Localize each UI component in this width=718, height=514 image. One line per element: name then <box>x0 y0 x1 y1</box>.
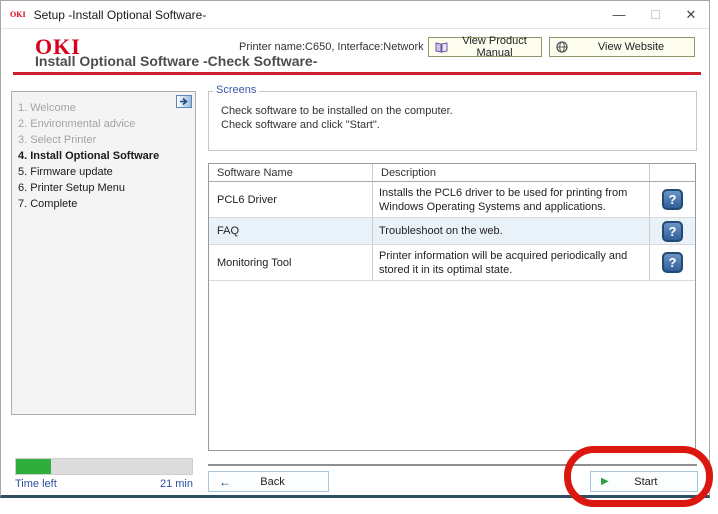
start-play-icon: ▶ <box>601 476 609 487</box>
software-name-cell: Monitoring Tool <box>209 245 373 280</box>
software-name-cell: PCL6 Driver <box>209 182 373 217</box>
software-name-cell: FAQ <box>209 218 373 244</box>
question-mark-icon: ? <box>669 255 677 270</box>
instruction-line-2: Check software and click "Start". <box>221 118 696 132</box>
help-button-faq[interactable]: ? <box>662 221 683 242</box>
window-title: Setup -Install Optional Software- <box>34 8 207 22</box>
start-button-label: Start <box>609 476 697 488</box>
software-table: Software Name Description PCL6 Driver In… <box>208 163 696 451</box>
back-button-label: Back <box>231 476 328 488</box>
help-button-monitoring-tool[interactable]: ? <box>662 252 683 273</box>
arrow-right-icon <box>179 97 189 106</box>
footer-divider <box>208 464 697 466</box>
page-title: Install Optional Software -Check Softwar… <box>35 53 317 69</box>
table-header-row: Software Name Description <box>209 164 695 182</box>
sidebar-item-install-optional-software: 4. Install Optional Software <box>18 148 189 164</box>
setup-window: OKI Setup -Install Optional Software- — … <box>0 0 710 498</box>
maximize-icon <box>651 10 660 19</box>
window-controls: — ✕ <box>601 1 709 28</box>
view-product-manual-button[interactable]: View Product Manual <box>428 37 542 57</box>
progress-fill <box>16 459 51 474</box>
title-bar: OKI Setup -Install Optional Software- — … <box>1 1 709 29</box>
close-icon: ✕ <box>686 7 697 23</box>
start-button[interactable]: ▶ Start <box>590 471 698 492</box>
description-cell: Troubleshoot on the web. <box>373 218 650 244</box>
close-button[interactable]: ✕ <box>673 1 709 28</box>
sidebar-item-welcome: 1. Welcome <box>18 100 189 116</box>
maximize-button <box>637 1 673 28</box>
sidebar-item-environmental-advice: 2. Environmental advice <box>18 116 189 132</box>
help-button-pcl6-driver[interactable]: ? <box>662 189 683 210</box>
question-mark-icon: ? <box>669 224 677 239</box>
globe-icon <box>556 41 568 53</box>
red-divider <box>13 72 701 75</box>
oki-app-icon: OKI <box>10 10 26 19</box>
column-header-software-name: Software Name <box>209 164 373 181</box>
view-product-manual-label: View Product Manual <box>448 35 541 59</box>
table-row-faq[interactable]: FAQ Troubleshoot on the web. ? <box>209 218 695 245</box>
minimize-button[interactable]: — <box>601 1 637 28</box>
back-button[interactable]: ← Back <box>208 471 329 492</box>
question-mark-icon: ? <box>669 192 677 207</box>
time-left-label: Time left <box>15 478 57 490</box>
screens-groupbox: Screens Check software to be installed o… <box>208 91 697 151</box>
sidebar-item-select-printer: 3. Select Printer <box>18 132 189 148</box>
sidebar-item-complete: 7. Complete <box>18 196 189 212</box>
table-row-pcl6-driver[interactable]: PCL6 Driver Installs the PCL6 driver to … <box>209 182 695 218</box>
column-header-description: Description <box>373 164 650 181</box>
sidebar-next-button[interactable] <box>176 95 192 108</box>
sidebar-item-printer-setup-menu: 6. Printer Setup Menu <box>18 180 189 196</box>
description-cell: Installs the PCL6 driver to be used for … <box>373 182 650 217</box>
column-header-help <box>650 164 695 181</box>
screenshot-stage: OKI Setup -Install Optional Software- — … <box>0 0 718 514</box>
view-website-label: View Website <box>568 41 694 53</box>
table-row-monitoring-tool[interactable]: Monitoring Tool Printer information will… <box>209 245 695 281</box>
screens-group-label: Screens <box>213 84 259 96</box>
sidebar-item-firmware-update: 5. Firmware update <box>18 164 189 180</box>
minimize-icon: — <box>613 7 626 22</box>
view-website-button[interactable]: View Website <box>549 37 695 57</box>
steps-sidebar: 1. Welcome 2. Environmental advice 3. Se… <box>11 91 196 415</box>
instruction-line-1: Check software to be installed on the co… <box>221 104 696 118</box>
description-cell: Printer information will be acquired per… <box>373 245 650 280</box>
time-left-progress-bar <box>15 458 193 475</box>
time-left-value: 21 min <box>121 478 193 490</box>
back-arrow-icon: ← <box>219 475 231 489</box>
book-icon <box>435 42 448 53</box>
printer-info-text: Printer name:C650, Interface:Network <box>239 41 424 53</box>
